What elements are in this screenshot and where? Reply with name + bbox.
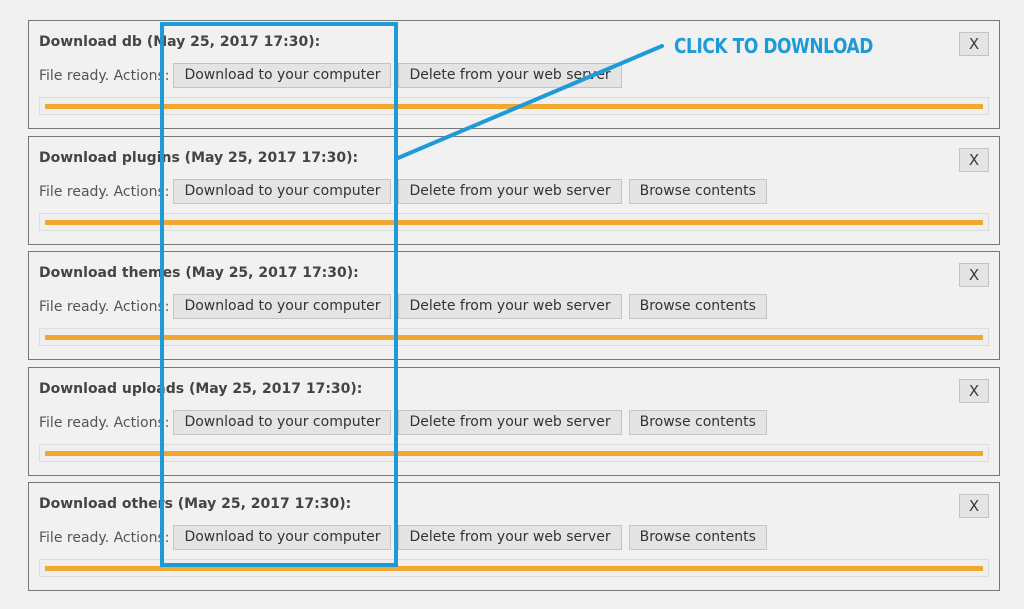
callout-arrow-line [396, 44, 664, 160]
callout-text: CLICK TO DOWNLOAD [674, 34, 873, 58]
